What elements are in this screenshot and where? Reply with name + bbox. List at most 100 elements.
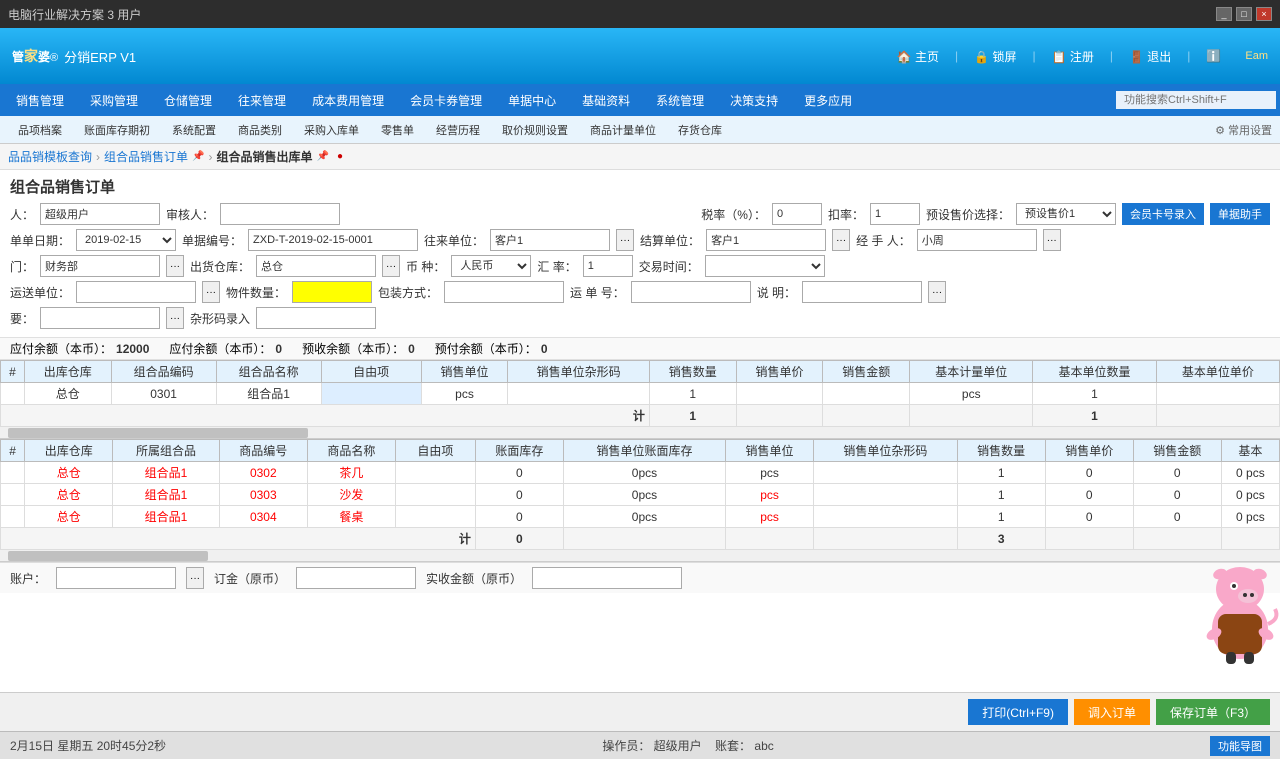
exchange-input[interactable] <box>583 255 633 277</box>
reviewer-input[interactable] <box>220 203 340 225</box>
td-combo-code: 0301 <box>111 383 216 405</box>
warehouse-btn[interactable]: ··· <box>382 255 400 277</box>
breadcrumb-pin1[interactable]: 📌 <box>192 151 204 162</box>
subnav-stock-init[interactable]: 账面库存期初 <box>74 120 160 140</box>
subnav-config[interactable]: 系统配置 <box>162 120 226 140</box>
subnav-unit[interactable]: 商品计量单位 <box>580 120 666 140</box>
nav-member[interactable]: 会员卡券管理 <box>398 88 494 113</box>
nav-dealings[interactable]: 往来管理 <box>226 88 298 113</box>
subnav-product[interactable]: 品项档案 <box>8 120 72 140</box>
window-controls[interactable]: _ □ × <box>1216 7 1272 21</box>
th-num: # <box>1 361 25 383</box>
account-input[interactable] <box>56 567 176 589</box>
subnav-price-rules[interactable]: 取价规则设置 <box>492 120 578 140</box>
discount-label: 扣率： <box>828 206 864 223</box>
nav-system[interactable]: 系统管理 <box>644 88 716 113</box>
ship-unit-label: 运送单位： <box>10 284 70 301</box>
maximize-btn[interactable]: □ <box>1236 7 1252 21</box>
app-logo: 管家婆® 分销ERP V1 <box>12 46 136 66</box>
top-scrollbar[interactable] <box>8 428 308 438</box>
subnav-category[interactable]: 商品类别 <box>228 120 292 140</box>
date-select[interactable]: 2019-02-15 <box>76 229 176 251</box>
discount-input[interactable] <box>870 203 920 225</box>
person-input[interactable] <box>40 203 160 225</box>
nav-more[interactable]: 更多应用 <box>792 88 864 113</box>
nav-purchase[interactable]: 采购管理 <box>78 88 150 113</box>
subnav-history[interactable]: 经营历程 <box>426 120 490 140</box>
handler-input[interactable] <box>917 229 1037 251</box>
th-sale-price: 销售单价 <box>736 361 823 383</box>
breadcrumb-close[interactable]: ● <box>337 151 343 162</box>
barcode-label: 杂形码录入 <box>190 310 250 327</box>
header-actions: 🏠 主页 | 🔒 锁屏 | 📋 注册 | 🚪 退出 | ℹ️ Eam <box>897 48 1268 65</box>
require-btn[interactable]: ··· <box>166 307 184 329</box>
dept-btn[interactable]: ··· <box>166 255 184 277</box>
member-card-btn[interactable]: 会员卡号录入 <box>1122 203 1204 225</box>
order-amount-input[interactable] <box>296 567 416 589</box>
order-num-input[interactable] <box>248 229 418 251</box>
register-link[interactable]: 📋 注册 <box>1052 48 1094 65</box>
print-btn[interactable]: 打印(Ctrl+F9) <box>968 699 1068 725</box>
remark-input[interactable] <box>802 281 922 303</box>
nav-sales[interactable]: 销售管理 <box>4 88 76 113</box>
reviewer-label: 审核人： <box>166 206 214 223</box>
settlement-btn[interactable]: ··· <box>832 229 850 251</box>
nav-data[interactable]: 基础资料 <box>570 88 642 113</box>
td-free <box>321 383 421 405</box>
currency-select[interactable]: 人民币 <box>451 255 531 277</box>
to-unit-btn[interactable]: ··· <box>616 229 634 251</box>
barcode-input[interactable] <box>256 307 376 329</box>
handler-btn[interactable]: ··· <box>1043 229 1061 251</box>
remark-btn[interactable]: ··· <box>928 281 946 303</box>
nav-voucher[interactable]: 单据中心 <box>496 88 568 113</box>
ship-unit-btn[interactable]: ··· <box>202 281 220 303</box>
ship-unit-input[interactable] <box>76 281 196 303</box>
form-row-1: 人： 审核人： 税率（%）： 扣率： 预设售价选择： 预设售价1 会员卡号录入 … <box>10 203 1270 225</box>
warehouse-input[interactable] <box>256 255 376 277</box>
help-btn[interactable]: 单据助手 <box>1210 203 1270 225</box>
nav-warehouse[interactable]: 仓储管理 <box>152 88 224 113</box>
tax-input[interactable] <box>772 203 822 225</box>
subnav-warehouse[interactable]: 存货仓库 <box>668 120 732 140</box>
save-btn[interactable]: 保存订单（F3） <box>1156 699 1270 725</box>
top-scroll-row[interactable] <box>0 427 1280 439</box>
help-map-btn[interactable]: 功能导图 <box>1210 736 1270 756</box>
subnav-retail[interactable]: 零售单 <box>371 120 424 140</box>
td-sale-unit: pcs <box>421 383 508 405</box>
subnav-purchase-in[interactable]: 采购入库单 <box>294 120 369 140</box>
actual-amount-input[interactable] <box>532 567 682 589</box>
ship-num-input[interactable] <box>631 281 751 303</box>
order-amount-label: 订金（原币） <box>214 570 286 587</box>
th-sale-qty: 销售数量 <box>649 361 736 383</box>
price-select[interactable]: 预设售价1 <box>1016 203 1116 225</box>
to-unit-input[interactable] <box>490 229 610 251</box>
import-btn[interactable]: 调入订单 <box>1074 699 1150 725</box>
dept-input[interactable] <box>40 255 160 277</box>
bottom-scrollbar[interactable] <box>8 551 208 561</box>
info-link[interactable]: ℹ️ <box>1206 49 1221 63</box>
breadcrumb-pin2[interactable]: 📌 <box>317 151 329 162</box>
nav-decision[interactable]: 决策支持 <box>718 88 790 113</box>
home-link[interactable]: 🏠 主页 <box>897 48 939 65</box>
ship-num-label: 运 单 号： <box>570 284 625 301</box>
require-input[interactable] <box>40 307 160 329</box>
bottom-table: # 出库仓库 所属组合品 商品编号 商品名称 自由项 账面库存 销售单位账面库存… <box>0 439 1280 550</box>
close-btn[interactable]: × <box>1256 7 1272 21</box>
bottom-scroll-row[interactable] <box>0 550 1280 562</box>
trade-time-select[interactable] <box>705 255 825 277</box>
advance-label: 预付余额（本币）： <box>435 340 537 357</box>
to-unit-label: 往来单位： <box>424 232 484 249</box>
function-search-input[interactable] <box>1116 91 1276 109</box>
settlement-input[interactable] <box>706 229 826 251</box>
item-count-input[interactable] <box>292 281 372 303</box>
account-btn[interactable]: ··· <box>186 567 204 589</box>
nav-cost[interactable]: 成本费用管理 <box>300 88 396 113</box>
minimize-btn[interactable]: _ <box>1216 7 1232 21</box>
breadcrumb-template[interactable]: 品品销模板查询 <box>8 148 92 165</box>
receivable-summary: 预收余额（本币）： 0 <box>302 340 415 357</box>
settings-icon[interactable]: ⚙ 常用设置 <box>1215 122 1272 138</box>
lock-link[interactable]: 🔒 锁屏 <box>974 48 1016 65</box>
exit-link[interactable]: 🚪 退出 <box>1129 48 1171 65</box>
breadcrumb-sales-order[interactable]: 组合品销售订单 <box>104 148 188 165</box>
pack-input[interactable] <box>444 281 564 303</box>
